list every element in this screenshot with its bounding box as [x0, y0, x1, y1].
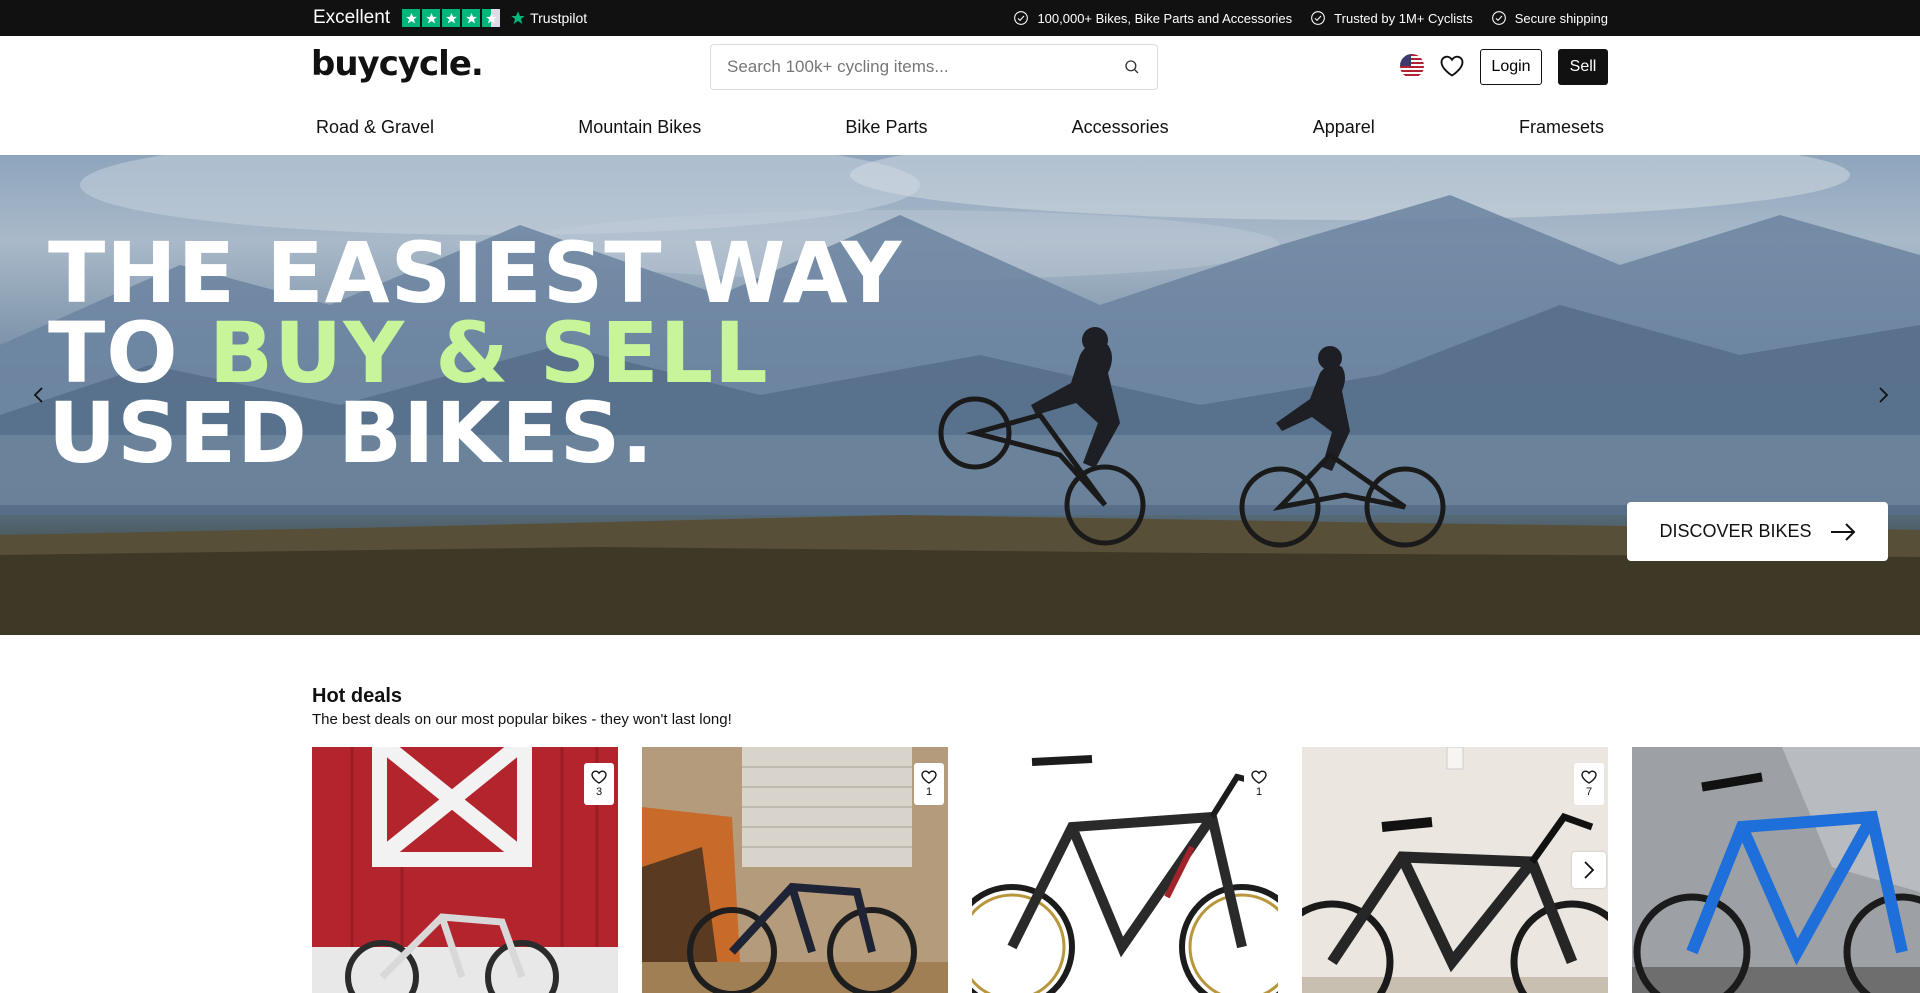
trustpilot-widget[interactable]: Excellent Trustpilot	[313, 0, 587, 36]
carousel-prev-button[interactable]	[24, 380, 54, 410]
trustpilot-star-icon	[511, 11, 525, 24]
login-button[interactable]: Login	[1480, 49, 1542, 85]
usp-item: Trusted by 1M+ Cyclists	[1310, 10, 1473, 26]
favorite-button[interactable]: 1	[1244, 763, 1274, 805]
us-flag-icon[interactable]	[1400, 54, 1424, 78]
wishlist-heart-icon[interactable]	[1439, 54, 1465, 78]
chevron-right-icon	[1584, 861, 1595, 879]
product-image	[312, 747, 618, 993]
hero-line-1: THE EASIEST WAY	[48, 224, 903, 322]
product-image	[642, 747, 948, 993]
usp-text: Secure shipping	[1514, 10, 1608, 26]
check-circle-icon	[1491, 11, 1506, 25]
product-card[interactable]	[1632, 747, 1920, 993]
top-bar: Excellent Trustpilot 100,000+ Bikes, Bik…	[0, 0, 1920, 36]
carousel-next-button[interactable]	[1868, 380, 1898, 410]
check-circle-icon	[1311, 11, 1326, 25]
arrow-right-icon	[1830, 522, 1855, 541]
sell-button[interactable]: Sell	[1558, 49, 1608, 85]
favorite-button[interactable]: 3	[584, 763, 614, 805]
usp-item: Secure shipping	[1491, 10, 1608, 26]
product-card[interactable]: 3	[312, 747, 618, 993]
chevron-right-icon	[1879, 387, 1889, 403]
trustpilot-label: Trustpilot	[530, 10, 588, 26]
heart-icon	[921, 770, 937, 784]
hero-banner: THE EASIEST WAY TO BUY & SELL USED BIKES…	[0, 155, 1920, 635]
hero-line-2: TO BUY & SELL	[48, 311, 902, 395]
search-icon[interactable]	[1123, 58, 1141, 76]
star-icon	[442, 9, 461, 27]
heart-icon	[1251, 770, 1267, 784]
heart-icon	[1581, 770, 1597, 784]
nav-item-road-gravel[interactable]: Road & Gravel	[312, 117, 438, 138]
site-logo[interactable]: buycycle.	[311, 44, 484, 84]
star-icon	[462, 9, 481, 27]
discover-bikes-label: DISCOVER BIKES	[1659, 521, 1812, 541]
product-image	[972, 747, 1278, 993]
section-subtitle: The best deals on our most popular bikes…	[312, 711, 732, 728]
trustpilot-logo: Trustpilot	[510, 10, 587, 26]
favorite-count: 7	[1585, 786, 1593, 798]
favorite-button[interactable]: 1	[914, 763, 944, 805]
deals-carousel: 3 1 1 7	[312, 747, 1920, 993]
hero-headline: THE EASIEST WAY TO BUY & SELL USED BIKES…	[48, 224, 903, 482]
check-circle-icon	[1014, 11, 1029, 25]
usp-list: 100,000+ Bikes, Bike Parts and Accessori…	[1013, 0, 1608, 36]
nav-item-accessories[interactable]: Accessories	[1068, 117, 1173, 138]
product-card[interactable]: 7	[1302, 747, 1608, 993]
product-card[interactable]: 1	[642, 747, 948, 993]
deals-next-button[interactable]	[1572, 852, 1606, 888]
nav-item-framesets[interactable]: Framesets	[1515, 117, 1608, 138]
favorite-count: 3	[595, 786, 603, 798]
favorite-count: 1	[925, 786, 933, 798]
usp-item: 100,000+ Bikes, Bike Parts and Accessori…	[1013, 10, 1292, 26]
category-nav: Road & Gravel Mountain Bikes Bike Parts …	[312, 112, 1608, 142]
product-image	[1302, 747, 1608, 993]
nav-item-mountain-bikes[interactable]: Mountain Bikes	[574, 117, 705, 138]
hero-line-3: USED BIKES.	[48, 384, 655, 482]
search-input[interactable]	[727, 57, 1123, 77]
heart-icon	[591, 770, 607, 784]
favorite-count: 1	[1255, 786, 1263, 798]
usp-text: 100,000+ Bikes, Bike Parts and Accessori…	[1037, 10, 1293, 26]
section-title: Hot deals	[312, 685, 403, 707]
star-icon	[422, 9, 441, 27]
usp-text: Trusted by 1M+ Cyclists	[1334, 10, 1473, 26]
trustpilot-stars	[402, 9, 501, 27]
nav-item-bike-parts[interactable]: Bike Parts	[841, 117, 931, 138]
search-bar[interactable]	[710, 44, 1158, 90]
half-star-icon	[482, 9, 501, 27]
favorite-button[interactable]: 7	[1574, 763, 1604, 805]
discover-bikes-button[interactable]: DISCOVER BIKES	[1627, 502, 1888, 561]
product-image	[1632, 747, 1920, 993]
star-icon	[402, 9, 421, 27]
product-card[interactable]: 1	[972, 747, 1278, 993]
nav-item-apparel[interactable]: Apparel	[1309, 117, 1379, 138]
chevron-left-icon	[33, 387, 43, 403]
trustpilot-rating-label: Excellent	[313, 7, 391, 28]
